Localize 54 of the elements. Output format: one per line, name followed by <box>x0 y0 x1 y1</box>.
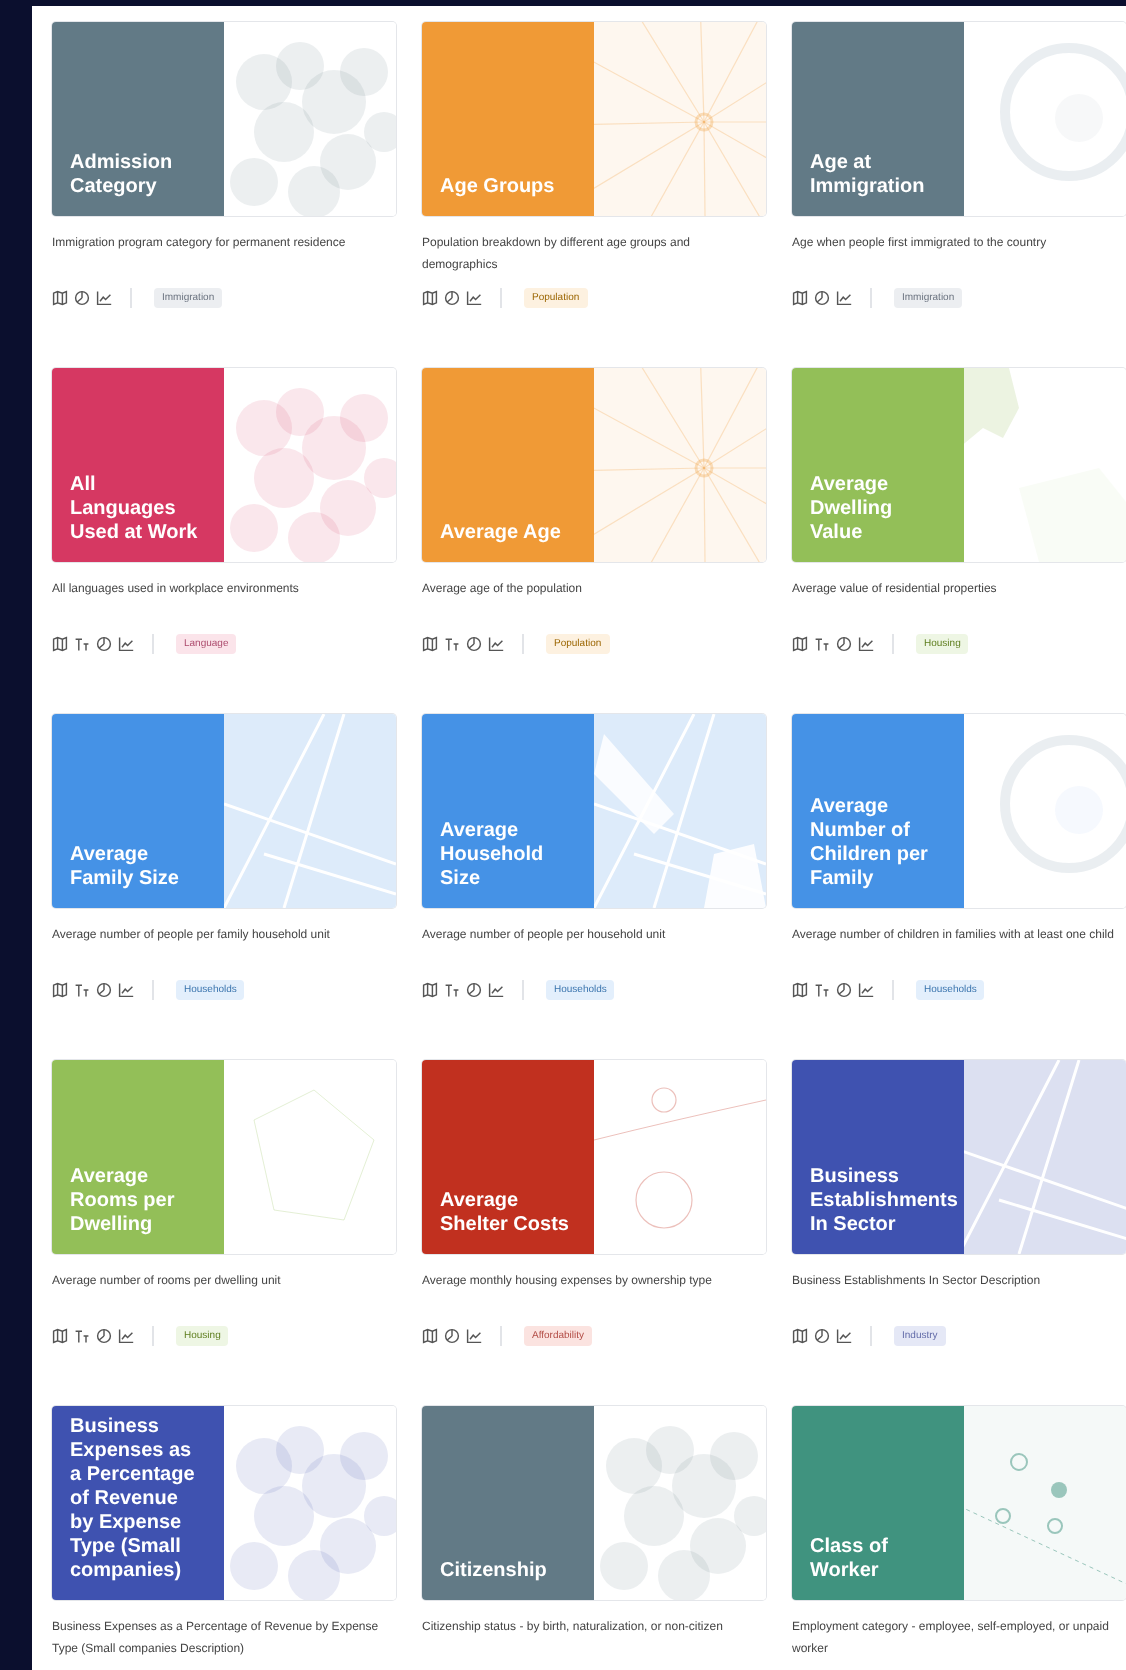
text-size-icon[interactable] <box>74 1328 90 1344</box>
text-size-icon[interactable] <box>814 982 830 998</box>
pie-chart-icon[interactable] <box>96 1328 112 1344</box>
line-chart-icon[interactable] <box>118 636 134 652</box>
line-chart-icon[interactable] <box>488 636 504 652</box>
pie-chart-icon[interactable] <box>96 636 112 652</box>
map-icon[interactable] <box>52 1328 68 1344</box>
pie-chart-icon[interactable] <box>74 290 90 306</box>
card-title[interactable]: All Languages Used at Work <box>70 474 200 546</box>
map-icon[interactable] <box>422 636 438 652</box>
card-title[interactable]: Average Shelter Costs <box>440 1190 570 1238</box>
card-title[interactable]: Average Number of Children per Family <box>810 796 940 892</box>
map-icon[interactable] <box>52 636 68 652</box>
map-icon[interactable] <box>792 982 808 998</box>
line-chart-icon[interactable] <box>118 1328 134 1344</box>
text-size-icon[interactable] <box>444 636 460 652</box>
pie-chart-icon[interactable] <box>814 290 830 306</box>
card-title[interactable]: Age at Immigration <box>810 152 940 200</box>
map-icon[interactable] <box>792 1328 808 1344</box>
line-chart-icon[interactable] <box>858 982 874 998</box>
pie-chart-icon[interactable] <box>814 1328 830 1344</box>
pie-chart-icon[interactable] <box>466 982 482 998</box>
card-title[interactable]: Citizenship <box>440 1560 547 1584</box>
line-chart-icon[interactable] <box>118 982 134 998</box>
card-title[interactable]: Business Expenses as a Percentage of Revenue by Expense Type (Small companies) <box>70 1416 200 1584</box>
pie-chart-icon[interactable] <box>444 1328 460 1344</box>
pie-chart-icon[interactable] <box>836 636 852 652</box>
card-title[interactable]: Business Establishments In Sector <box>810 1166 958 1238</box>
text-size-icon[interactable] <box>74 636 90 652</box>
map-icon[interactable] <box>422 1328 438 1344</box>
text-size-icon[interactable] <box>444 982 460 998</box>
pie-chart-icon[interactable] <box>466 636 482 652</box>
text-size-icon[interactable] <box>814 636 830 652</box>
line-chart-icon[interactable] <box>96 290 112 306</box>
map-icon[interactable] <box>52 982 68 998</box>
line-chart-icon[interactable] <box>836 290 852 306</box>
pie-chart-icon[interactable] <box>444 290 460 306</box>
map-icon[interactable] <box>422 290 438 306</box>
card-title[interactable]: Admission Category <box>70 152 200 200</box>
map-icon[interactable] <box>52 290 68 306</box>
card-title[interactable]: Average Family Size <box>70 844 200 892</box>
line-chart-icon[interactable] <box>466 1328 482 1344</box>
line-chart-icon[interactable] <box>836 1328 852 1344</box>
card-title[interactable]: Class of Worker <box>810 1536 940 1584</box>
pie-chart-icon[interactable] <box>836 982 852 998</box>
map-icon[interactable] <box>422 982 438 998</box>
line-chart-icon[interactable] <box>466 290 482 306</box>
text-size-icon[interactable] <box>74 982 90 998</box>
card-title[interactable]: Average Household Size <box>440 820 570 892</box>
map-icon[interactable] <box>792 636 808 652</box>
line-chart-icon[interactable] <box>488 982 504 998</box>
map-icon[interactable] <box>792 290 808 306</box>
pie-chart-icon[interactable] <box>96 982 112 998</box>
line-chart-icon[interactable] <box>858 636 874 652</box>
